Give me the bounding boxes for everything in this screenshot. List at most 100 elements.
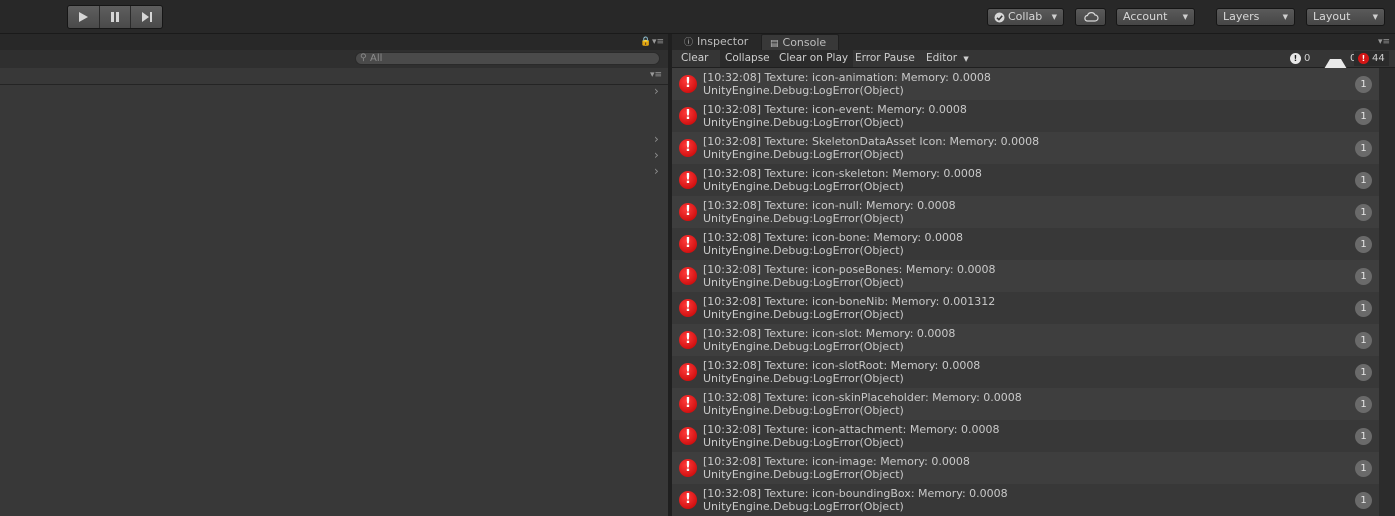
info-icon: ⓘ bbox=[684, 38, 694, 48]
chevron-right-icon[interactable]: › bbox=[654, 84, 659, 98]
step-icon bbox=[141, 12, 152, 22]
log-entry[interactable]: ! [10:32:08] Texture: icon-boneNib: Memor… bbox=[672, 292, 1379, 324]
log-stacktrace: UnityEngine.Debug:LogError(Object) bbox=[703, 500, 904, 513]
clear-button[interactable]: Clear bbox=[676, 50, 713, 67]
log-count-badge: 1 bbox=[1355, 140, 1372, 157]
log-entry[interactable]: ! [10:32:08] Texture: icon-image: Memory:… bbox=[672, 452, 1379, 484]
hierarchy-panel: 🔒 ▾≡ ⚲ All ▾≡ › › › › bbox=[0, 34, 668, 516]
clear-on-play-toggle[interactable]: Clear on Play bbox=[774, 50, 854, 67]
log-stacktrace: UnityEngine.Debug:LogError(Object) bbox=[703, 468, 904, 481]
dropdown-caret-icon: ▼ bbox=[1182, 13, 1188, 21]
chevron-right-icon[interactable]: › bbox=[654, 132, 659, 146]
collab-button[interactable]: Collab ▼ bbox=[987, 8, 1064, 26]
log-entry[interactable]: ! [10:32:08] Texture: icon-skinPlaceholde… bbox=[672, 388, 1379, 420]
error-icon: ! bbox=[1358, 53, 1369, 64]
info-filter-toggle[interactable]: ! 0 bbox=[1286, 51, 1314, 66]
log-count-badge: 1 bbox=[1355, 300, 1372, 317]
log-entry[interactable]: ! [10:32:08] Texture: icon-null: Memory: … bbox=[672, 196, 1379, 228]
log-stacktrace: UnityEngine.Debug:LogError(Object) bbox=[703, 308, 904, 321]
error-icon: ! bbox=[679, 171, 697, 189]
log-list: ! [10:32:08] Texture: icon-animation: Mem… bbox=[672, 68, 1379, 516]
log-count-badge: 1 bbox=[1355, 396, 1372, 413]
collapse-toggle[interactable]: Collapse bbox=[720, 50, 775, 67]
log-message: [10:32:08] Texture: SkeletonDataAsset Ic… bbox=[703, 135, 1040, 148]
dropdown-caret-icon: ▼ bbox=[1372, 13, 1378, 21]
panel-menu-icon[interactable]: ▾≡ bbox=[652, 37, 664, 47]
pause-button[interactable] bbox=[100, 6, 132, 28]
panel-menu-icon[interactable]: ▾≡ bbox=[650, 70, 662, 80]
log-message: [10:32:08] Texture: icon-boneNib: Memory… bbox=[703, 295, 996, 308]
lock-icon[interactable]: 🔒 bbox=[640, 37, 651, 47]
error-icon: ! bbox=[679, 299, 697, 317]
search-icon: ⚲ bbox=[360, 53, 367, 63]
play-button[interactable] bbox=[68, 6, 100, 28]
log-stacktrace: UnityEngine.Debug:LogError(Object) bbox=[703, 116, 904, 129]
log-message: [10:32:08] Texture: icon-slot: Memory: 0… bbox=[703, 327, 956, 340]
log-count-badge: 1 bbox=[1355, 172, 1372, 189]
log-entry[interactable]: ! [10:32:08] Texture: icon-skeleton: Memo… bbox=[672, 164, 1379, 196]
info-icon: ! bbox=[1290, 53, 1301, 64]
error-icon: ! bbox=[679, 331, 697, 349]
log-entry[interactable]: ! [10:32:08] Texture: icon-bone: Memory: … bbox=[672, 228, 1379, 260]
log-scrollbar[interactable] bbox=[1379, 68, 1395, 516]
log-stacktrace: UnityEngine.Debug:LogError(Object) bbox=[703, 148, 904, 161]
error-icon: ! bbox=[679, 267, 697, 285]
log-entry[interactable]: ! [10:32:08] Texture: icon-animation: Mem… bbox=[672, 68, 1379, 100]
editor-label: Editor bbox=[926, 52, 958, 64]
console-icon: ▤ bbox=[770, 39, 779, 49]
chevron-right-icon[interactable]: › bbox=[654, 164, 659, 178]
panel-menu-icon[interactable]: ▾≡ bbox=[1378, 37, 1390, 47]
log-stacktrace: UnityEngine.Debug:LogError(Object) bbox=[703, 212, 904, 225]
left-search-bar: ⚲ All bbox=[0, 50, 668, 69]
log-entry[interactable]: ! [10:32:08] Texture: icon-boundingBox: M… bbox=[672, 484, 1379, 516]
log-message: [10:32:08] Texture: icon-image: Memory: … bbox=[703, 455, 970, 468]
error-filter-toggle[interactable]: ! 44 bbox=[1354, 51, 1389, 66]
tab-inspector[interactable]: ⓘ Inspector bbox=[676, 34, 756, 50]
error-icon: ! bbox=[679, 395, 697, 413]
log-message: [10:32:08] Texture: icon-bone: Memory: 0… bbox=[703, 231, 964, 244]
cloud-button[interactable] bbox=[1075, 8, 1106, 26]
log-stacktrace: UnityEngine.Debug:LogError(Object) bbox=[703, 180, 904, 193]
dropdown-caret-icon: ▼ bbox=[1282, 13, 1288, 21]
log-count-badge: 1 bbox=[1355, 364, 1372, 381]
chevron-right-icon[interactable]: › bbox=[654, 148, 659, 162]
log-message: [10:32:08] Texture: icon-animation: Memo… bbox=[703, 71, 991, 84]
log-count-badge: 1 bbox=[1355, 492, 1372, 509]
log-message: [10:32:08] Texture: icon-poseBones: Memo… bbox=[703, 263, 996, 276]
log-count-badge: 1 bbox=[1355, 236, 1372, 253]
log-stacktrace: UnityEngine.Debug:LogError(Object) bbox=[703, 372, 904, 385]
console-panel: ⓘ Inspector ▤ Console ▾≡ Clear Collapse Cl… bbox=[672, 34, 1395, 516]
layout-dropdown[interactable]: Layout ▼ bbox=[1306, 8, 1385, 26]
layers-dropdown[interactable]: Layers ▼ bbox=[1216, 8, 1295, 26]
info-count: 0 bbox=[1304, 53, 1311, 64]
log-message: [10:32:08] Texture: icon-skinPlaceholder… bbox=[703, 391, 1022, 404]
tab-console[interactable]: ▤ Console bbox=[761, 34, 839, 50]
log-entry[interactable]: ! [10:32:08] Texture: icon-poseBones: Mem… bbox=[672, 260, 1379, 292]
log-count-badge: 1 bbox=[1355, 332, 1372, 349]
layout-label: Layout bbox=[1313, 10, 1351, 23]
log-entry[interactable]: ! [10:32:08] Texture: icon-event: Memory:… bbox=[672, 100, 1379, 132]
account-dropdown[interactable]: Account ▼ bbox=[1116, 8, 1195, 26]
tab-strip: ⓘ Inspector ▤ Console ▾≡ bbox=[672, 34, 1395, 50]
log-count-badge: 1 bbox=[1355, 428, 1372, 445]
log-entry[interactable]: ! [10:32:08] Texture: icon-attachment: Me… bbox=[672, 420, 1379, 452]
account-label: Account bbox=[1123, 10, 1168, 23]
log-entry[interactable]: ! [10:32:08] Texture: icon-slotRoot: Memo… bbox=[672, 356, 1379, 388]
error-icon: ! bbox=[679, 491, 697, 509]
editor-dropdown[interactable]: Editor ▼ bbox=[921, 50, 974, 67]
log-message: [10:32:08] Texture: icon-boundingBox: Me… bbox=[703, 487, 1008, 500]
log-stacktrace: UnityEngine.Debug:LogError(Object) bbox=[703, 340, 904, 353]
log-entry[interactable]: ! [10:32:08] Texture: icon-slot: Memory: … bbox=[672, 324, 1379, 356]
playback-controls bbox=[67, 5, 163, 29]
checkmark-icon bbox=[994, 12, 1005, 22]
warning-icon bbox=[1324, 48, 1347, 69]
log-entry[interactable]: ! [10:32:08] Texture: SkeletonDataAsset I… bbox=[672, 132, 1379, 164]
log-stacktrace: UnityEngine.Debug:LogError(Object) bbox=[703, 276, 904, 289]
error-pause-toggle[interactable]: Error Pause bbox=[850, 50, 920, 67]
main-toolbar: Collab ▼ Account ▼ Layers ▼ Layout ▼ bbox=[0, 0, 1395, 34]
search-input[interactable]: ⚲ All bbox=[355, 52, 660, 65]
log-message: [10:32:08] Texture: icon-slotRoot: Memor… bbox=[703, 359, 981, 372]
dropdown-caret-icon: ▼ bbox=[963, 55, 969, 63]
step-button[interactable] bbox=[131, 6, 162, 28]
error-icon: ! bbox=[679, 203, 697, 221]
